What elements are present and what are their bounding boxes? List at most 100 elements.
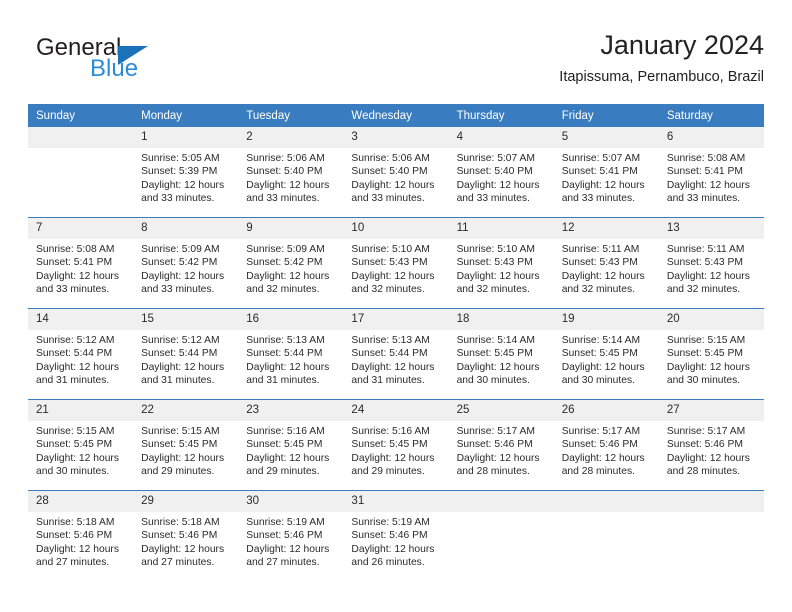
day-number	[658, 491, 764, 512]
sunrise-text: Sunrise: 5:16 AM	[351, 426, 430, 437]
calendar-day-cell[interactable]: 14 Sunrise: 5:12 AM Sunset: 5:44 PM Dayligh…	[28, 308, 134, 400]
day-cell-inner: 10 Sunrise: 5:10 AM Sunset: 5:43 PM Dayligh…	[343, 218, 449, 308]
calendar-day-cell-empty	[448, 490, 554, 581]
day-sun-info: Sunrise: 5:09 AM Sunset: 5:42 PM Daylight:…	[238, 239, 343, 297]
sunset-text: Sunset: 5:46 PM	[246, 530, 323, 542]
calendar-day-cell[interactable]: 9 Sunrise: 5:09 AM Sunset: 5:42 PM Daylight…	[238, 217, 344, 309]
day-number: 3	[343, 127, 449, 148]
calendar-day-cell[interactable]: 28 Sunrise: 5:18 AM Sunset: 5:46 PM Dayligh…	[28, 490, 134, 581]
day-cell-inner: 19 Sunrise: 5:14 AM Sunset: 5:45 PM Dayligh…	[553, 309, 659, 399]
sunrise-text: Sunrise: 5:15 AM	[36, 426, 115, 437]
sunset-text: Sunset: 5:43 PM	[456, 257, 533, 269]
day-number: 18	[448, 309, 554, 330]
calendar-day-cell[interactable]: 30 Sunrise: 5:19 AM Sunset: 5:46 PM Dayligh…	[238, 490, 344, 581]
daylight-text-line2: and 33 minutes.	[351, 193, 425, 205]
day-sun-info: Sunrise: 5:05 AM Sunset: 5:39 PM Daylight:…	[133, 148, 238, 206]
title-block: January 2024 Itapissuma, Pernambuco, Bra…	[559, 28, 764, 88]
sunrise-text: Sunrise: 5:18 AM	[141, 517, 220, 528]
weekday-header-sunday: Sunday	[28, 104, 134, 127]
sunset-text: Sunset: 5:45 PM	[246, 439, 323, 451]
day-sun-info: Sunrise: 5:12 AM Sunset: 5:44 PM Daylight:…	[28, 330, 133, 388]
daylight-text-line2: and 33 minutes.	[561, 193, 635, 205]
weekday-header-friday: Friday	[553, 104, 659, 127]
day-number: 17	[343, 309, 449, 330]
calendar-day-cell[interactable]: 8 Sunrise: 5:09 AM Sunset: 5:42 PM Daylight…	[133, 217, 239, 309]
calendar-day-cell[interactable]: 29 Sunrise: 5:18 AM Sunset: 5:46 PM Dayligh…	[133, 490, 239, 581]
sunrise-text: Sunrise: 5:07 AM	[456, 153, 535, 164]
day-sun-info: Sunrise: 5:18 AM Sunset: 5:46 PM Daylight:…	[133, 512, 238, 570]
calendar-day-cell[interactable]: 31 Sunrise: 5:19 AM Sunset: 5:46 PM Dayligh…	[343, 490, 449, 581]
daylight-text-line2: and 29 minutes.	[141, 466, 215, 478]
sunrise-text: Sunrise: 5:14 AM	[561, 335, 641, 346]
day-number	[553, 491, 659, 512]
sunset-text: Sunset: 5:40 PM	[246, 166, 323, 178]
calendar-day-cell[interactable]: 5 Sunrise: 5:07 AM Sunset: 5:41 PM Daylight…	[553, 127, 659, 218]
day-number: 8	[133, 218, 239, 239]
calendar-day-cell[interactable]: 27 Sunrise: 5:17 AM Sunset: 5:46 PM Dayligh…	[658, 399, 764, 491]
calendar-day-cell[interactable]: 21 Sunrise: 5:15 AM Sunset: 5:45 PM Dayligh…	[28, 399, 134, 491]
sunset-text: Sunset: 5:39 PM	[141, 166, 218, 178]
day-number: 5	[553, 127, 659, 148]
day-number: 6	[658, 127, 764, 148]
calendar-day-cell[interactable]: 26 Sunrise: 5:17 AM Sunset: 5:46 PM Dayligh…	[553, 399, 659, 491]
sunset-text: Sunset: 5:46 PM	[561, 439, 638, 451]
calendar-day-cell[interactable]: 16 Sunrise: 5:13 AM Sunset: 5:44 PM Dayligh…	[238, 308, 344, 400]
daylight-text-line2: and 30 minutes.	[561, 375, 635, 387]
day-cell-inner: 23 Sunrise: 5:16 AM Sunset: 5:45 PM Dayligh…	[238, 400, 344, 490]
calendar-day-cell[interactable]: 4 Sunrise: 5:07 AM Sunset: 5:40 PM Daylight…	[448, 127, 554, 218]
day-cell-inner: 24 Sunrise: 5:16 AM Sunset: 5:45 PM Dayligh…	[343, 400, 449, 490]
calendar-day-cell[interactable]: 23 Sunrise: 5:16 AM Sunset: 5:45 PM Dayligh…	[238, 399, 344, 491]
calendar-day-cell[interactable]: 13 Sunrise: 5:11 AM Sunset: 5:43 PM Dayligh…	[658, 217, 764, 309]
calendar-day-cell[interactable]: 19 Sunrise: 5:14 AM Sunset: 5:45 PM Dayligh…	[553, 308, 659, 400]
calendar-day-cell[interactable]: 3 Sunrise: 5:06 AM Sunset: 5:40 PM Daylight…	[343, 127, 449, 218]
daylight-text-line2: and 28 minutes.	[666, 466, 741, 478]
day-cell-inner: 1 Sunrise: 5:05 AM Sunset: 5:39 PM Daylight…	[133, 127, 239, 217]
calendar-table: Sunday Monday Tuesday Wednesday Thursday…	[28, 104, 764, 581]
calendar-day-cell[interactable]: 2 Sunrise: 5:06 AM Sunset: 5:40 PM Daylight…	[238, 127, 344, 218]
calendar-day-cell[interactable]: 6 Sunrise: 5:08 AM Sunset: 5:41 PM Daylight…	[658, 127, 764, 218]
daylight-text-line1: Daylight: 12 hours	[36, 361, 119, 373]
day-sun-info: Sunrise: 5:13 AM Sunset: 5:44 PM Daylight:…	[238, 330, 343, 388]
calendar-day-cell[interactable]: 25 Sunrise: 5:17 AM Sunset: 5:46 PM Dayligh…	[448, 399, 554, 491]
sunset-text: Sunset: 5:40 PM	[351, 166, 428, 178]
daylight-text-line2: and 26 minutes.	[351, 557, 425, 569]
daylight-text-line2: and 31 minutes.	[141, 375, 215, 387]
sunrise-text: Sunrise: 5:19 AM	[246, 517, 325, 528]
calendar-day-cell[interactable]: 18 Sunrise: 5:14 AM Sunset: 5:45 PM Dayligh…	[448, 308, 554, 400]
daylight-text-line1: Daylight: 12 hours	[666, 361, 750, 373]
weekday-header-wednesday: Wednesday	[343, 104, 449, 127]
sunrise-text: Sunrise: 5:11 AM	[561, 244, 640, 255]
day-sun-info: Sunrise: 5:12 AM Sunset: 5:44 PM Daylight:…	[133, 330, 238, 388]
calendar-day-cell[interactable]: 15 Sunrise: 5:12 AM Sunset: 5:44 PM Dayligh…	[133, 308, 239, 400]
daylight-text-line1: Daylight: 12 hours	[351, 179, 435, 191]
day-number: 23	[238, 400, 344, 421]
day-cell-inner: 3 Sunrise: 5:06 AM Sunset: 5:40 PM Daylight…	[343, 127, 449, 217]
day-cell-inner: 22 Sunrise: 5:15 AM Sunset: 5:45 PM Dayligh…	[133, 400, 239, 490]
calendar-day-cell[interactable]: 24 Sunrise: 5:16 AM Sunset: 5:45 PM Dayligh…	[343, 399, 449, 491]
calendar-day-cell[interactable]: 17 Sunrise: 5:13 AM Sunset: 5:44 PM Dayligh…	[343, 308, 449, 400]
calendar-day-cell[interactable]: 7 Sunrise: 5:08 AM Sunset: 5:41 PM Daylight…	[28, 217, 134, 309]
calendar-day-cell[interactable]: 1 Sunrise: 5:05 AM Sunset: 5:39 PM Daylight…	[133, 127, 239, 218]
page-header: General Blue January 2024 Itapissuma, Pe…	[28, 28, 764, 90]
daylight-text-line1: Daylight: 12 hours	[666, 179, 750, 191]
day-number: 28	[28, 491, 134, 512]
calendar-day-cell[interactable]: 20 Sunrise: 5:15 AM Sunset: 5:45 PM Dayligh…	[658, 308, 764, 400]
day-number: 30	[238, 491, 344, 512]
general-blue-logo: General Blue	[28, 34, 258, 90]
day-number	[28, 127, 134, 148]
sunrise-text: Sunrise: 5:08 AM	[36, 244, 115, 255]
sunset-text: Sunset: 5:46 PM	[456, 439, 533, 451]
calendar-day-cell[interactable]: 22 Sunrise: 5:15 AM Sunset: 5:45 PM Dayligh…	[133, 399, 239, 491]
calendar-day-cell[interactable]: 10 Sunrise: 5:10 AM Sunset: 5:43 PM Dayligh…	[343, 217, 449, 309]
calendar-day-cell[interactable]: 11 Sunrise: 5:10 AM Sunset: 5:43 PM Dayligh…	[448, 217, 554, 309]
day-cell-inner: 31 Sunrise: 5:19 AM Sunset: 5:46 PM Dayligh…	[343, 491, 449, 581]
daylight-text-line2: and 33 minutes.	[456, 193, 530, 205]
daylight-text-line1: Daylight: 12 hours	[246, 543, 330, 555]
day-cell-inner: 17 Sunrise: 5:13 AM Sunset: 5:44 PM Dayligh…	[343, 309, 449, 399]
daylight-text-line1: Daylight: 12 hours	[141, 179, 225, 191]
daylight-text-line2: and 33 minutes.	[36, 284, 110, 296]
day-cell-inner: 11 Sunrise: 5:10 AM Sunset: 5:43 PM Dayligh…	[448, 218, 554, 308]
daylight-text-line1: Daylight: 12 hours	[246, 270, 330, 282]
daylight-text-line2: and 30 minutes.	[456, 375, 530, 387]
calendar-day-cell[interactable]: 12 Sunrise: 5:11 AM Sunset: 5:43 PM Dayligh…	[553, 217, 659, 309]
